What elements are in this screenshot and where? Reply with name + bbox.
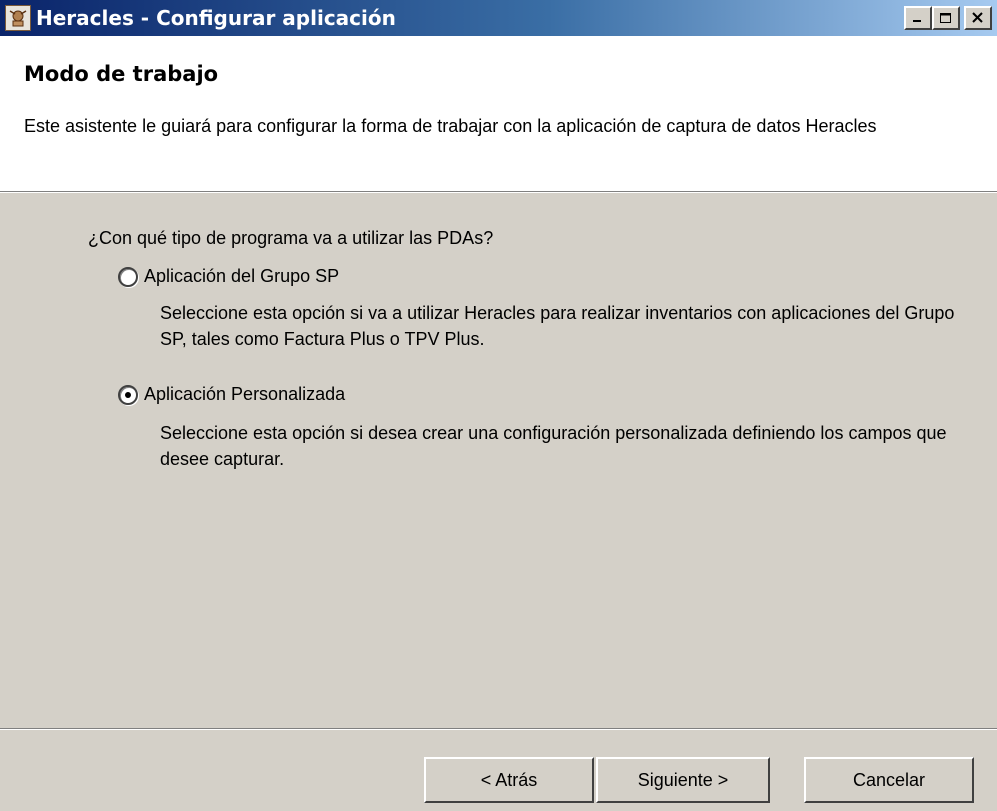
footer-divider — [0, 728, 997, 730]
header-divider — [0, 191, 997, 193]
back-button[interactable]: < Atrás — [424, 757, 594, 803]
maximize-icon — [940, 13, 951, 23]
radio-button-grupo-sp[interactable] — [118, 266, 138, 287]
option-label[interactable]: Aplicación del Grupo SP — [144, 266, 339, 287]
question-label: ¿Con qué tipo de programa va a utilizar … — [88, 228, 494, 248]
option-grupo-sp[interactable]: Aplicación del Grupo SP — [118, 266, 339, 287]
radio-selected-dot — [125, 391, 131, 398]
page-description: Este asistente le guiará para configurar… — [24, 116, 877, 136]
wizard-window: Heracles - Configurar aplicación Modo de… — [0, 0, 997, 811]
option-label[interactable]: Aplicación Personalizada — [144, 384, 345, 405]
close-button[interactable] — [964, 6, 992, 30]
cancel-button[interactable]: Cancelar — [804, 757, 974, 803]
wizard-header: Modo de trabajo Este asistente le guiará… — [0, 36, 997, 191]
close-icon — [972, 12, 983, 23]
minimize-button[interactable] — [904, 6, 932, 30]
page-title: Modo de trabajo — [24, 62, 219, 86]
radio-button-personalizada[interactable] — [118, 384, 138, 405]
title-bar[interactable]: Heracles - Configurar aplicación — [0, 0, 997, 36]
window-title: Heracles - Configurar aplicación — [36, 6, 396, 30]
heracles-app-icon[interactable] — [5, 5, 31, 31]
option-description: Seleccione esta opción si desea crear un… — [160, 423, 947, 469]
next-button[interactable]: Siguiente > — [596, 757, 770, 803]
option-description: Seleccione esta opción si va a utilizar … — [160, 303, 955, 349]
maximize-button[interactable] — [932, 6, 960, 30]
minimize-icon — [913, 20, 921, 22]
option-personalizada[interactable]: Aplicación Personalizada — [118, 384, 345, 405]
